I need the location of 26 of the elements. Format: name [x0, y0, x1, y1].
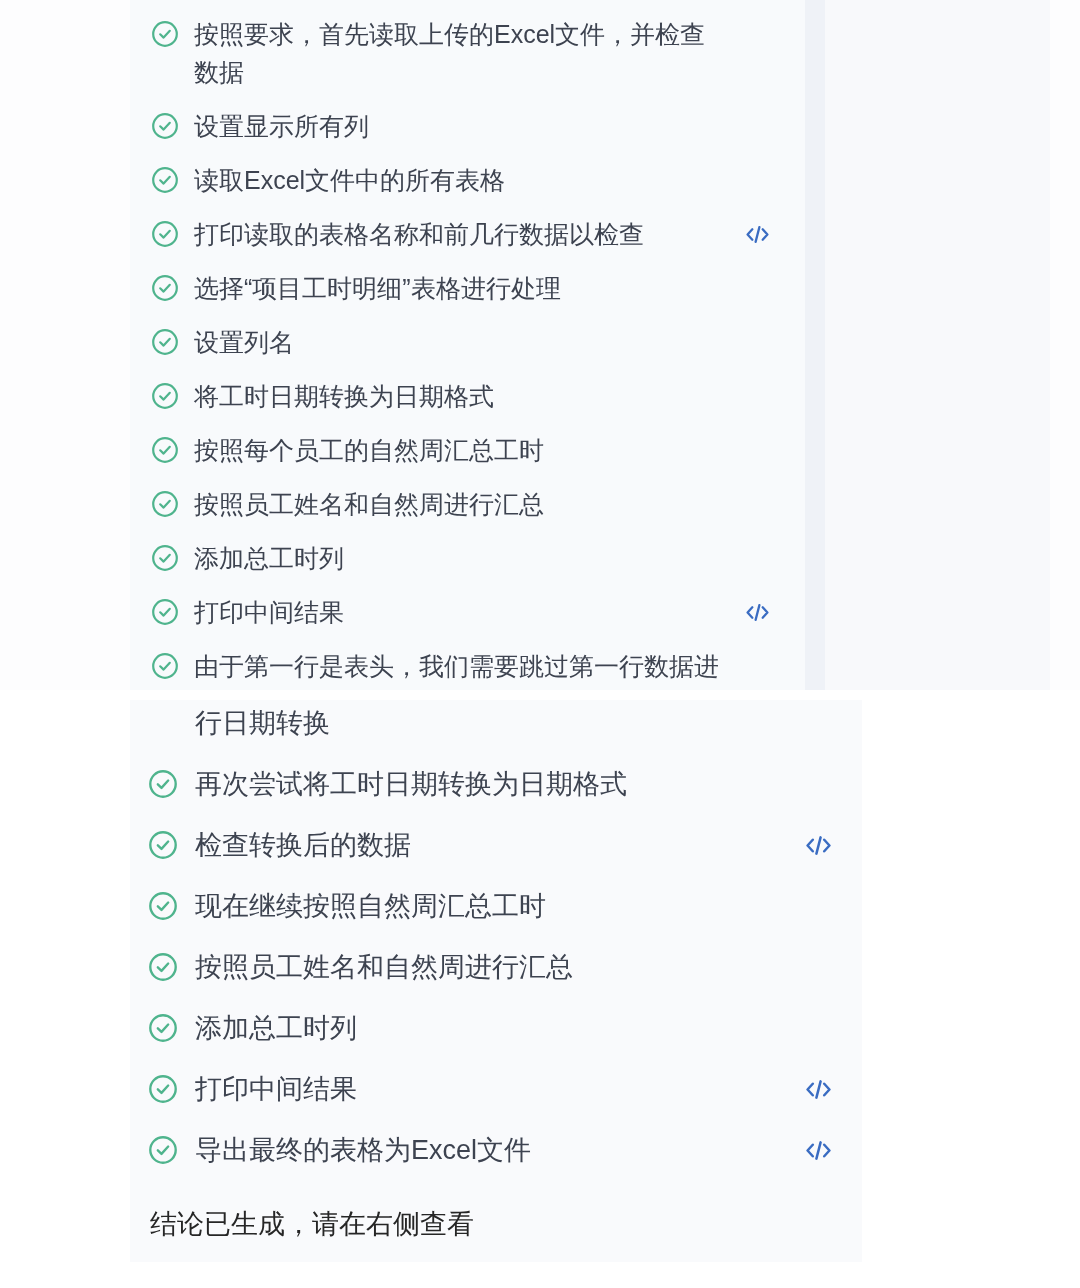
step-text: 设置显示所有列 — [194, 111, 370, 142]
step-text: 按照员工姓名和自然周进行汇总 — [194, 489, 545, 520]
step-text: 设置列名 — [194, 327, 295, 358]
step-text: 添加总工时列 — [195, 1012, 358, 1045]
code-icon[interactable] — [746, 226, 769, 243]
step-text: 选择“项目工时明细”表格进行处理 — [194, 273, 562, 304]
step-text: 打印中间结果 — [194, 597, 345, 628]
step-text: 按照要求，首先读取上传的Excel文件，并检查数据 — [194, 19, 707, 88]
step-text: 按照员工姓名和自然周进行汇总 — [195, 951, 574, 984]
code-icon[interactable] — [806, 1141, 831, 1160]
step-text: 由于第一行是表头，我们需要跳过第一行数据进 — [194, 651, 720, 682]
step-text: 按照每个员工的自然周汇总工时 — [194, 435, 545, 466]
step-text: 再次尝试将工时日期转换为日期格式 — [195, 768, 628, 801]
code-icon[interactable] — [806, 1080, 831, 1099]
step-text: 打印读取的表格名称和前几行数据以检查 — [194, 219, 645, 250]
step-text: 检查转换后的数据 — [195, 829, 412, 862]
code-icon[interactable] — [746, 604, 769, 621]
step-text: 读取Excel文件中的所有表格 — [194, 165, 507, 196]
step-text: 现在继续按照自然周汇总工时 — [195, 890, 547, 923]
step-text: 行日期转换 — [195, 707, 331, 740]
conclusion-text: 结论已生成，请在右侧查看 — [150, 1208, 475, 1241]
step-text: 导出最终的表格为Excel文件 — [195, 1134, 533, 1167]
step-text: 添加总工时列 — [194, 543, 345, 574]
step-text: 将工时日期转换为日期格式 — [194, 381, 495, 412]
step-text: 打印中间结果 — [195, 1073, 358, 1106]
code-icon[interactable] — [806, 836, 831, 855]
